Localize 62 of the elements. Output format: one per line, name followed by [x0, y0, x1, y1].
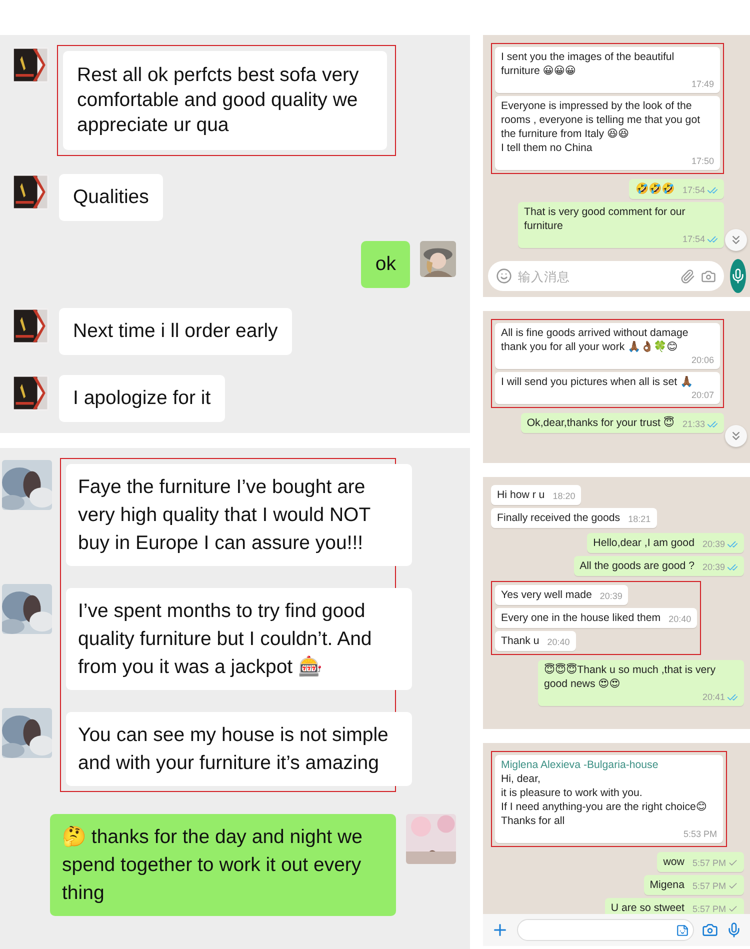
- message-time: 18:21: [628, 513, 651, 525]
- message-text: Hello,dear ,I am good: [593, 536, 694, 550]
- sticker-icon[interactable]: [676, 924, 689, 936]
- message-text: wow: [663, 855, 684, 869]
- message-text: 😇😇😇Thank u so much ,that is very good news 😍😍: [544, 663, 716, 691]
- message-text: 🤣🤣🤣: [635, 182, 674, 196]
- message-text: All is fine goods arrived without damage thank you for all your work 🙏🏾👌🏾🍀😊: [501, 326, 690, 354]
- message-text: All the goods are good ?: [580, 559, 694, 573]
- message-time: 20:39: [702, 561, 725, 573]
- message-composer[interactable]: 输入消息: [488, 261, 724, 291]
- microphone-button[interactable]: [730, 259, 746, 293]
- message-time: 5:57 PM: [692, 857, 726, 869]
- message-time: 20:39: [702, 538, 725, 550]
- message-bubble: ok: [361, 241, 410, 288]
- message-text: Hi, dear, it is pleasure to work with you. If I need anything-you are the right choice😊 Thanks for all: [501, 772, 707, 828]
- attach-icon[interactable]: [680, 268, 695, 284]
- message-text: Hi how r u: [497, 488, 545, 502]
- message-bubble: 🤔 thanks for the day and night we spend together to work it out every thing: [50, 814, 396, 916]
- message-text: Ok,dear,thanks for your trust 😇: [526, 416, 674, 430]
- message-bubble: Qualities: [59, 174, 163, 221]
- message-text: I will send you pictures when all is set 🙏🏾: [501, 375, 693, 389]
- message-time: 20:40: [547, 636, 570, 648]
- message-input-field[interactable]: 输入消息: [518, 266, 674, 286]
- message-bubble: I apologize for it: [59, 375, 225, 422]
- message-bubble: I’ve spent months to try find good quality furniture but I couldn’t. And from you it was a jackpot 🎰: [66, 588, 412, 690]
- message-text: Everyone is impressed by the look of the rooms , everyone is telling me that you got the furniture from Italy 😆😆 I tell them no China: [501, 99, 702, 155]
- message-time: 20:39: [600, 590, 622, 602]
- message-text: Yes very well made: [501, 588, 592, 602]
- microphone-button[interactable]: [726, 922, 742, 938]
- message-time: 17:49: [691, 78, 714, 90]
- emoji-icon[interactable]: [496, 268, 512, 284]
- message-bubble: You can see my house is not simple and with your furniture it’s amazing: [66, 712, 412, 786]
- message-time: 20:41: [702, 691, 725, 703]
- message-time: 17:50: [691, 155, 714, 167]
- camera-button[interactable]: [702, 922, 718, 938]
- message-bubble: Faye the furniture I’ve bought are very high quality that I would NOT buy in Europe I can assure you!!!: [66, 464, 412, 566]
- message-text: Thank u: [501, 634, 540, 648]
- message-time: 17:54: [682, 233, 705, 245]
- message-text: Every one in the house liked them: [501, 611, 661, 625]
- message-time: 20:07: [691, 389, 714, 401]
- message-time: 18:20: [552, 490, 576, 502]
- message-input-field[interactable]: [517, 919, 694, 941]
- message-time: 5:53 PM: [683, 828, 717, 840]
- message-text: That is very good comment for our furniture: [524, 205, 686, 233]
- message-text: U are so stweet: [610, 901, 684, 915]
- message-bubble: Rest all ok perfcts best sofa very comfortable and good quality we appreciate ur qua: [63, 51, 387, 150]
- message-bubble: Next time i ll order early: [59, 308, 292, 355]
- sender-name: Miglena Alexieva -Bulgaria-house: [501, 758, 660, 772]
- message-text: I sent you the images of the beautiful furniture 😀😀😀: [501, 50, 676, 78]
- scroll-down-button[interactable]: [725, 229, 747, 251]
- message-time: 20:40: [668, 613, 692, 625]
- message-text: Finally received the goods: [497, 511, 620, 525]
- scroll-down-button[interactable]: [725, 425, 747, 447]
- message-time: 17:54: [682, 184, 705, 196]
- message-time: 20:06: [691, 354, 714, 366]
- add-button[interactable]: [491, 921, 509, 939]
- message-time: 5:57 PM: [692, 903, 726, 915]
- message-text: Migena: [650, 878, 684, 892]
- camera-icon[interactable]: [701, 268, 716, 284]
- microphone-icon: [730, 268, 746, 284]
- message-time: 21:33: [682, 418, 705, 430]
- message-time: 5:57 PM: [692, 880, 726, 892]
